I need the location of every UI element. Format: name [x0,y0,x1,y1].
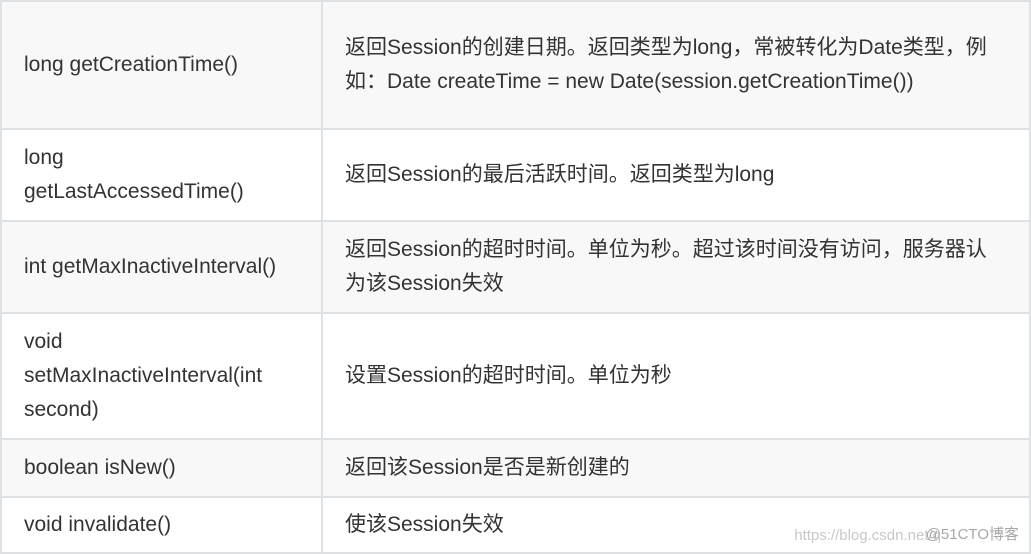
table-row: long getCreationTime() 返回Session的创建日期。返回… [0,0,1031,130]
watermark-site: @51CTO博客 [925,526,1019,543]
method-cell: void setMaxInactiveInterval(int second) [0,312,323,440]
table-row: void setMaxInactiveInterval(int second) … [0,312,1031,440]
description-cell: 返回Session的创建日期。返回类型为long，常被转化为Date类型，例如：… [321,0,1031,130]
table-row: long getLastAccessedTime() 返回Session的最后活… [0,128,1031,222]
method-cell: void invalidate() [0,496,323,554]
description-cell: 返回Session的超时时间。单位为秒。超过该时间没有访问，服务器认为该Sess… [321,220,1031,314]
description-cell: 返回该Session是否是新创建的 [321,438,1031,498]
table-row: boolean isNew() 返回该Session是否是新创建的 [0,438,1031,498]
method-cell: long getCreationTime() [0,0,323,130]
table-row: void invalidate() 使该Session失效 [0,496,1031,554]
method-cell: int getMaxInactiveInterval() [0,220,323,314]
table-row: int getMaxInactiveInterval() 返回Session的超… [0,220,1031,314]
method-cell: boolean isNew() [0,438,323,498]
description-cell: 返回Session的最后活跃时间。返回类型为long [321,128,1031,222]
description-cell: 设置Session的超时时间。单位为秒 [321,312,1031,440]
description-cell: 使该Session失效 [321,496,1031,554]
session-methods-table: long getCreationTime() 返回Session的创建日期。返回… [0,0,1031,554]
watermark-url: https://blog.csdn.net/q [794,527,941,544]
method-cell: long getLastAccessedTime() [0,128,323,222]
